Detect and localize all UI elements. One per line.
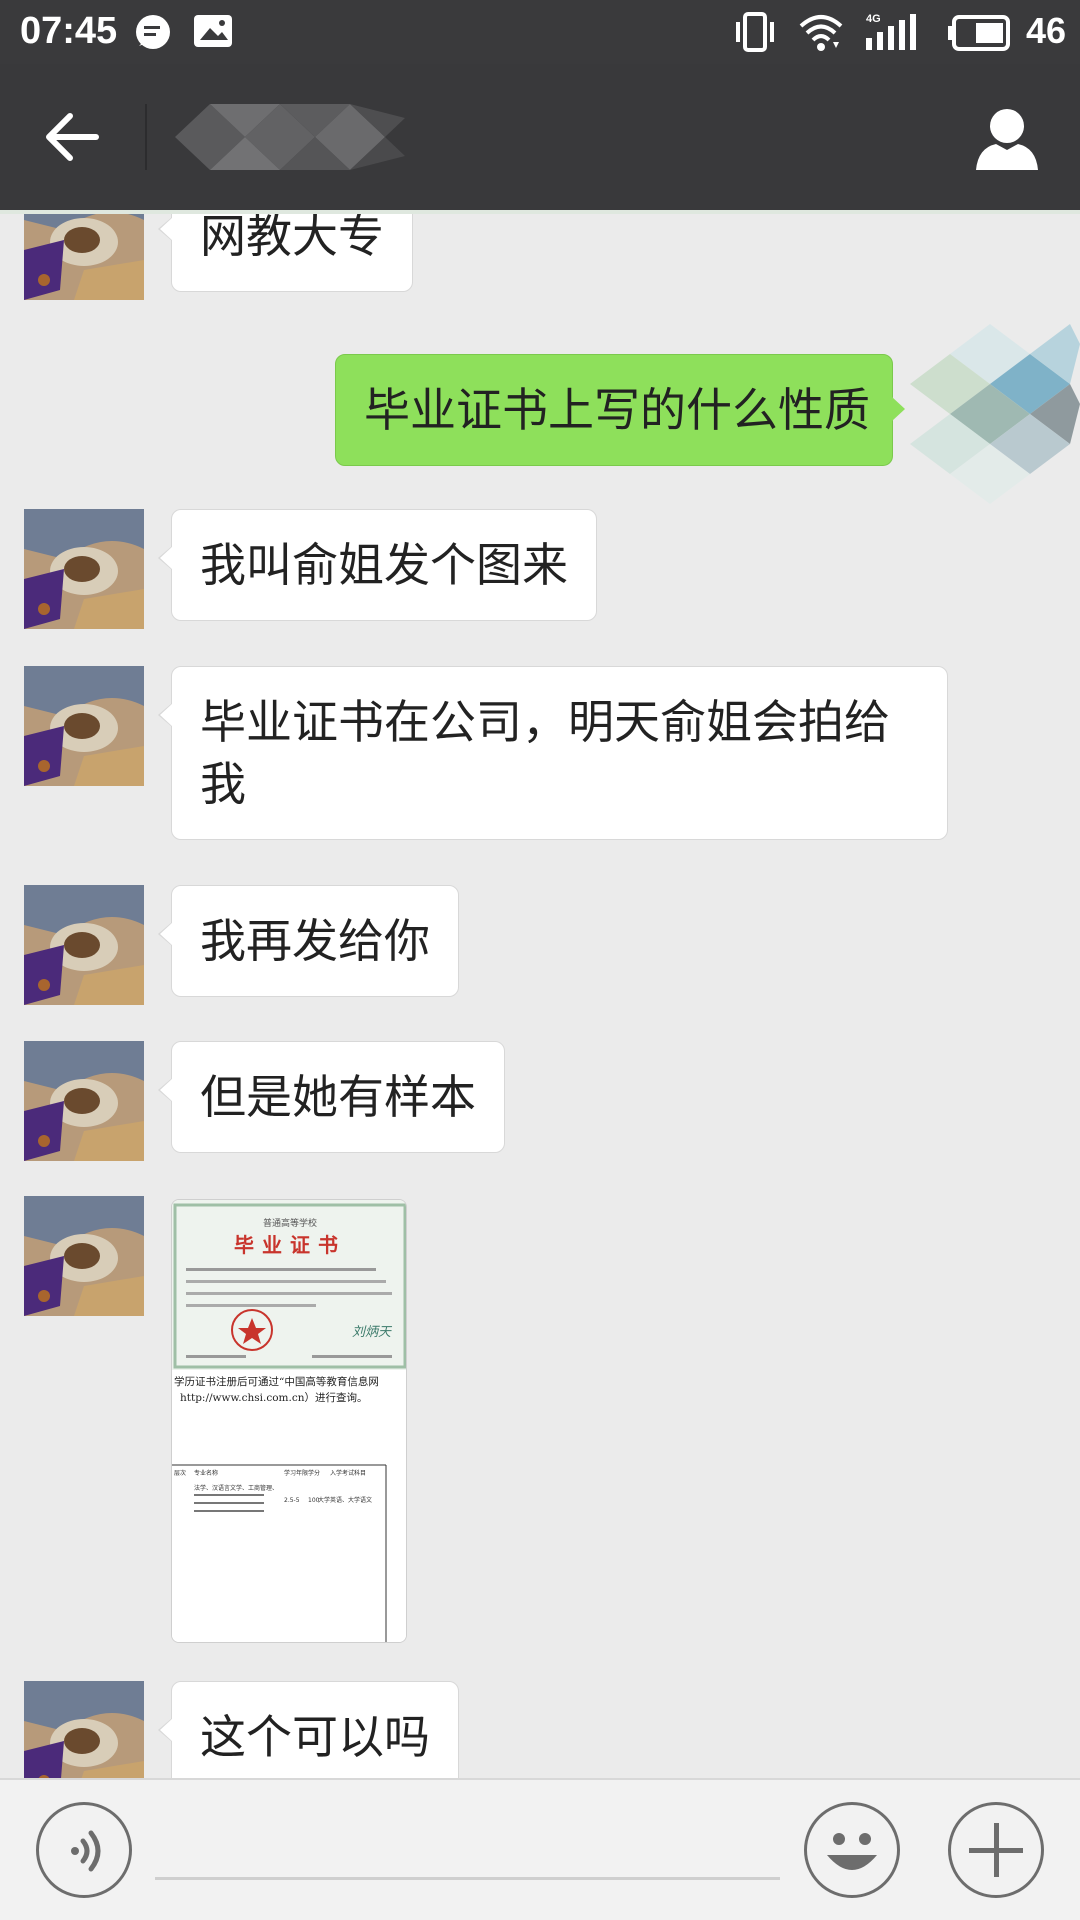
contact-avatar[interactable] bbox=[24, 1196, 144, 1316]
table-header-major: 专业名称 bbox=[194, 1469, 218, 1477]
message-bubble-received[interactable]: 这个可以吗 bbox=[158, 1681, 459, 1778]
diploma-school-header: 普通高等学校 bbox=[263, 1217, 317, 1229]
my-avatar[interactable] bbox=[900, 324, 1080, 504]
diploma-title: 毕业证书 bbox=[234, 1233, 346, 1257]
contact-avatar[interactable] bbox=[24, 666, 144, 786]
emoji-button[interactable] bbox=[804, 1802, 900, 1898]
table-cell-exam: 大学英语、大学语文 bbox=[318, 1496, 372, 1504]
diploma-note: 学历证书注册后可通过“中国高等教育信息网 bbox=[174, 1375, 379, 1388]
voice-icon bbox=[71, 1830, 101, 1872]
message-bubble-received[interactable]: 毕业证书在公司，明天俞姐会拍给我 bbox=[158, 666, 948, 840]
message-text: 这个可以吗 bbox=[200, 1710, 430, 1764]
chat-header bbox=[0, 64, 1080, 210]
table-cell-majors: 法学、汉语言文学、工商管理、 bbox=[194, 1484, 278, 1492]
emoji-icon bbox=[827, 1833, 877, 1870]
chat-message-list[interactable]: 网教大专 毕业证书上写的什么性质 我叫俞姐发个图来 毕业证书在公司，明天俞姐会拍… bbox=[0, 214, 1080, 1778]
table-header-exam: 入学考试科目 bbox=[330, 1469, 366, 1477]
vibrate-icon bbox=[736, 12, 774, 52]
header-divider bbox=[145, 104, 147, 170]
contact-avatar[interactable] bbox=[24, 509, 144, 629]
message-bubble-received[interactable]: 网教大专 bbox=[158, 214, 413, 292]
table-header-credits: 学分 bbox=[308, 1469, 320, 1477]
voice-button[interactable] bbox=[36, 1802, 132, 1898]
back-arrow-icon[interactable] bbox=[30, 94, 116, 180]
message-bubble-received[interactable]: 我再发给你 bbox=[158, 885, 459, 997]
message-text: 毕业证书在公司，明天俞姐会拍给我 bbox=[200, 695, 890, 811]
message-text: 我叫俞姐发个图来 bbox=[200, 538, 568, 592]
4g-signal-icon: 4G bbox=[866, 13, 916, 50]
plus-button[interactable] bbox=[948, 1802, 1044, 1898]
diploma-photo: 普通高等学校 毕业证书 刘炳天 学历证书注册后可通过“中国高等教育信息网 htt… bbox=[172, 1200, 406, 1642]
table-header-years: 学习年限 bbox=[284, 1469, 308, 1477]
contact-avatar[interactable] bbox=[24, 885, 144, 1005]
table-cell-years: 2.5-5 bbox=[284, 1497, 300, 1504]
message-bubble-received[interactable]: 但是她有样本 bbox=[158, 1041, 505, 1153]
battery-icon bbox=[948, 15, 1010, 51]
message-text: 我再发给你 bbox=[200, 914, 430, 968]
message-bubble-sent[interactable]: 毕业证书上写的什么性质 bbox=[335, 354, 905, 466]
message-text: 毕业证书上写的什么性质 bbox=[364, 383, 870, 437]
plus-icon bbox=[969, 1823, 1023, 1877]
image-notification-icon bbox=[194, 15, 232, 47]
contact-avatar[interactable] bbox=[24, 1041, 144, 1161]
network-label: 4G bbox=[866, 13, 881, 25]
contact-avatar[interactable] bbox=[24, 1681, 144, 1778]
person-icon[interactable] bbox=[972, 104, 1042, 174]
diploma-note-url: http://www.chsi.com.cn）进行查询。 bbox=[180, 1391, 367, 1404]
redacted-name-mosaic bbox=[175, 104, 405, 170]
message-text: 网教大专 bbox=[200, 214, 384, 263]
input-bar bbox=[0, 1778, 1080, 1920]
status-time: 07:45 bbox=[20, 10, 118, 52]
message-input[interactable] bbox=[155, 1810, 780, 1880]
message-notification-icon bbox=[136, 15, 170, 49]
message-image[interactable]: 普通高等学校 毕业证书 刘炳天 学历证书注册后可通过“中国高等教育信息网 htt… bbox=[171, 1199, 407, 1643]
contact-avatar[interactable] bbox=[24, 214, 144, 300]
message-text: 但是她有样本 bbox=[200, 1070, 476, 1124]
wifi-icon bbox=[799, 15, 843, 51]
battery-percent: 46 bbox=[1025, 10, 1066, 51]
message-bubble-received[interactable]: 我叫俞姐发个图来 bbox=[158, 509, 597, 621]
contact-name[interactable] bbox=[175, 104, 405, 170]
table-header-level: 层次 bbox=[174, 1469, 186, 1477]
status-bar: 07:45 4G 46 bbox=[0, 0, 1080, 64]
diploma-signature: 刘炳天 bbox=[352, 1325, 393, 1340]
